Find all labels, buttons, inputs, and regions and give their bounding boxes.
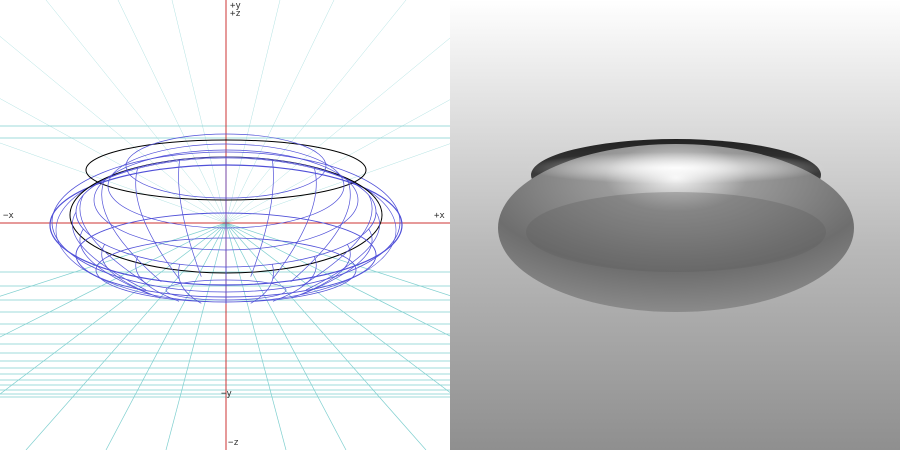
grid-ray <box>225 0 335 224</box>
grid-ray <box>0 142 227 224</box>
grid-ray <box>225 99 450 224</box>
grid-ray <box>225 222 347 450</box>
grid-ray <box>0 222 227 395</box>
meridian <box>178 159 202 277</box>
label-pos-z: +z <box>230 9 241 19</box>
grid-ray <box>105 222 227 450</box>
label-neg-y: −y <box>221 389 232 399</box>
grid-ray <box>225 37 450 224</box>
grid-ray <box>225 222 450 337</box>
label-neg-z: −z <box>228 438 239 448</box>
render-viewport[interactable] <box>450 0 900 450</box>
label-pos-x: +x <box>434 211 445 221</box>
dome-inner-shade <box>526 192 826 272</box>
grid-ray <box>225 222 450 393</box>
grid-ray <box>225 143 450 224</box>
dome-highlight <box>526 152 826 184</box>
grid-ray <box>0 98 227 224</box>
wireframe-canvas <box>0 0 450 450</box>
meridian <box>250 159 274 277</box>
grid-ray <box>0 36 227 224</box>
label-neg-x: −x <box>3 211 14 221</box>
grid-ray <box>0 222 227 338</box>
grid-ray <box>225 222 450 297</box>
wireframe-viewport[interactable]: +y +z −x +x −y −z <box>0 0 450 450</box>
ground-grid <box>0 0 450 450</box>
render-canvas <box>498 139 854 312</box>
grid-ray <box>117 0 227 224</box>
grid-ray <box>0 222 227 297</box>
wireframe-dome <box>49 133 403 304</box>
